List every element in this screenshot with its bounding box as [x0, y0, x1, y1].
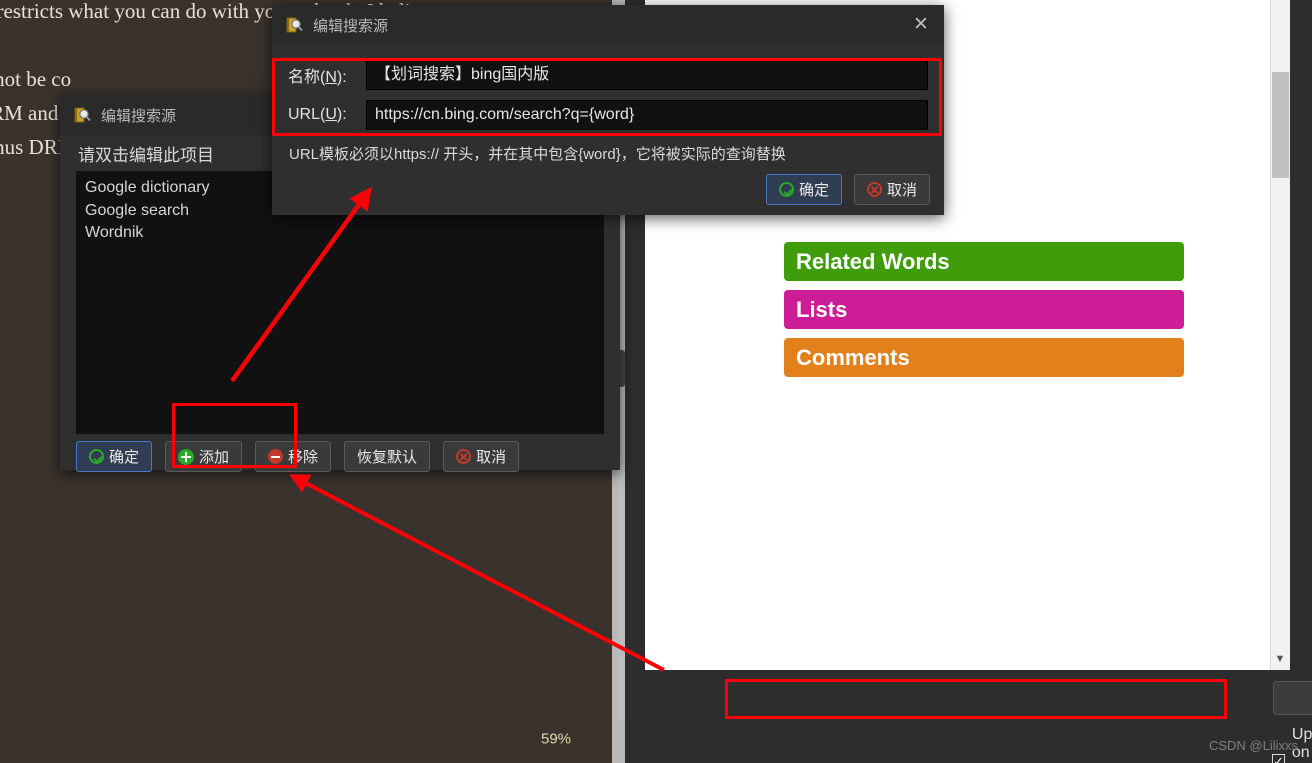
remove-button-label: 移除	[288, 449, 319, 466]
update-on-selection-change-checkbox[interactable]: ✓	[1272, 754, 1285, 763]
close-icon[interactable]: ✕	[910, 14, 932, 36]
dialog-title: 编辑搜索源	[313, 17, 389, 35]
cancel-button[interactable]: 取消	[853, 174, 930, 205]
app-window: ooks. Simply put, DRM restricts what you…	[0, 0, 1312, 763]
ok-button-label: 确定	[798, 182, 829, 199]
cancel-button-label: 取消	[476, 449, 507, 466]
cancel-button[interactable]: 取消	[443, 441, 520, 472]
list-hint-label: 请双击编辑此项目	[78, 146, 214, 165]
section-bar-lists[interactable]: Lists	[784, 290, 1184, 329]
minus-circle-icon	[268, 449, 284, 464]
add-button-label: 添加	[199, 449, 230, 466]
edit-search-source-form-dialog: 编辑搜索源 ✕ 名称(N): 【划词搜索】bing国内版 URL(U): htt…	[272, 5, 944, 215]
book-search-icon	[284, 15, 304, 35]
x-circle-icon	[866, 182, 882, 197]
url-template-hint: URL模板必须以https:// 开头，并在其中包含{word}，它将被实际的查…	[289, 146, 786, 163]
check-circle-icon	[89, 449, 104, 464]
list-dialog-buttons: 确定 添加 移除 恢复默认 取消	[76, 441, 520, 472]
cancel-button-label: 取消	[886, 182, 917, 199]
watermark: CSDN @Lilixxs	[1208, 738, 1298, 753]
section-bar-related-words[interactable]: Related Words	[784, 242, 1184, 281]
ok-button[interactable]: 确定	[76, 441, 153, 472]
edit-dialog-buttons: 确定 取消	[765, 174, 930, 205]
list-item[interactable]: Wordnik	[83, 222, 603, 245]
add-button[interactable]: 添加	[165, 441, 243, 472]
name-input[interactable]: 【划词搜索】bing国内版	[366, 60, 928, 90]
restore-defaults-button[interactable]: 恢复默认	[344, 441, 431, 472]
scroll-down-arrow-icon[interactable]: ▼	[1273, 652, 1287, 666]
x-circle-icon	[456, 449, 472, 464]
dialog-titlebar[interactable]: 编辑搜索源 ✕	[272, 5, 944, 45]
plus-circle-icon	[178, 448, 195, 465]
remove-button[interactable]: 移除	[255, 441, 332, 472]
name-field-row: 名称(N): 【划词搜索】bing国内版	[288, 60, 928, 90]
url-field-label: URL(U):	[288, 106, 347, 123]
section-bar-comments[interactable]: Comments	[784, 338, 1184, 377]
url-input[interactable]: https://cn.bing.com/search?q={word}	[366, 100, 928, 130]
dialog-title: 编辑搜索源	[101, 107, 177, 125]
book-search-icon	[72, 105, 92, 125]
url-field-row: URL(U): https://cn.bing.com/search?q={wo…	[288, 100, 928, 130]
name-field-label: 名称(N):	[288, 69, 347, 86]
restore-defaults-button-label: 恢复默认	[357, 449, 418, 466]
check-circle-icon	[778, 182, 794, 197]
ok-button[interactable]: 确定	[765, 174, 842, 205]
zoom-level-indicator: 59%	[540, 730, 572, 748]
add-resource-button[interactable]: 添加资源	[1273, 681, 1312, 715]
web-view-scroll-thumb[interactable]	[1272, 72, 1289, 178]
ok-button-label: 确定	[109, 449, 140, 466]
